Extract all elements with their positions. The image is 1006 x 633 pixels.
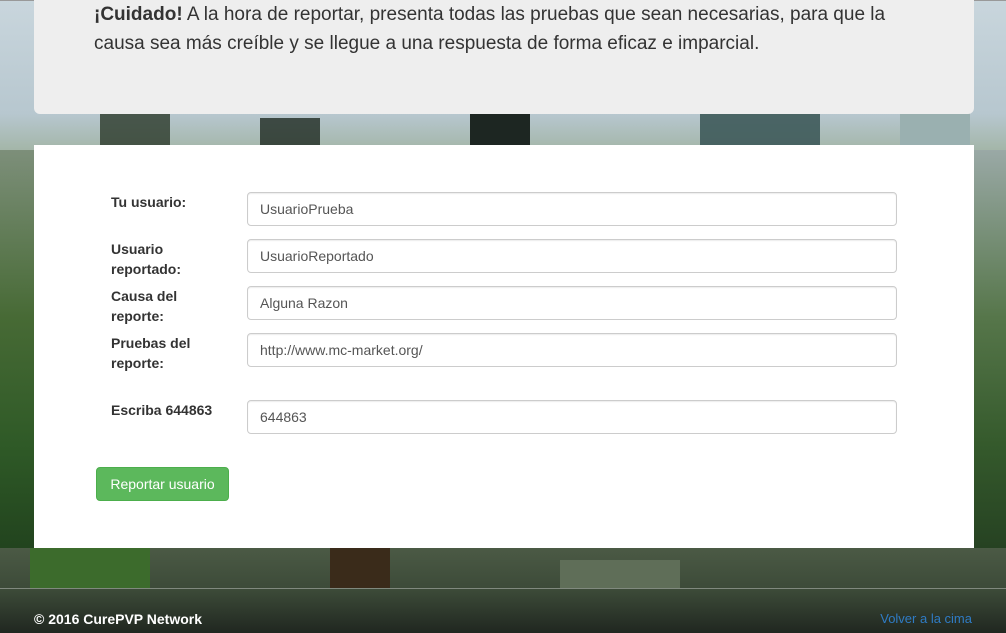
reported-user-label: Usuario reportado: xyxy=(111,241,181,277)
back-to-top-link[interactable]: Volver a la cima xyxy=(880,611,972,626)
reason-label: Causa del reporte: xyxy=(111,288,178,324)
report-user-button[interactable]: Reportar usuario xyxy=(96,467,229,501)
bg-block xyxy=(0,150,34,570)
reason-input[interactable] xyxy=(247,286,897,320)
notice-text: ¡Cuidado! A la hora de reportar, present… xyxy=(94,0,934,58)
bg-block xyxy=(974,150,1006,570)
evidence-label: Pruebas del reporte: xyxy=(111,335,191,371)
reported-user-input[interactable] xyxy=(247,239,897,273)
captcha-label: Escriba 644863 xyxy=(111,402,213,418)
warning-notice: ¡Cuidado! A la hora de reportar, present… xyxy=(34,0,974,114)
notice-body: A la hora de reportar, presenta todas la… xyxy=(94,4,886,54)
bg-block xyxy=(560,560,680,588)
bg-block xyxy=(260,118,320,148)
footer-copyright: © 2016 CurePVP Network xyxy=(34,611,203,627)
bg-block xyxy=(700,112,820,146)
notice-strong: ¡Cuidado! xyxy=(94,4,183,25)
footer-divider xyxy=(0,588,1006,589)
report-form: Tu usuario: Usuario reportado: Causa del… xyxy=(34,145,974,548)
bg-block xyxy=(330,548,390,588)
bg-block xyxy=(30,548,150,588)
username-input[interactable] xyxy=(247,192,897,226)
evidence-input[interactable] xyxy=(247,333,897,367)
username-label: Tu usuario: xyxy=(111,194,187,210)
captcha-input[interactable] xyxy=(247,400,897,434)
